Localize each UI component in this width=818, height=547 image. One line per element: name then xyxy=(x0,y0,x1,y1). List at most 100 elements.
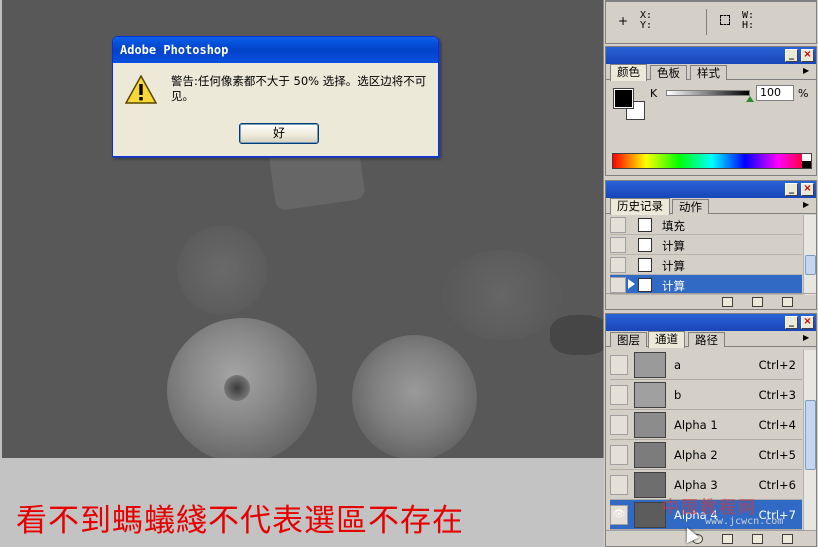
history-state-icon xyxy=(638,258,652,272)
history-item[interactable]: 计算 xyxy=(610,255,802,275)
channel-label: K xyxy=(650,87,658,100)
visibility-toggle[interactable] xyxy=(610,415,628,435)
info-panel: + X: Y: W: H: xyxy=(605,0,817,44)
tab-paths[interactable]: 路径 xyxy=(688,332,725,347)
new-channel-icon[interactable] xyxy=(752,534,763,544)
tab-color[interactable]: 颜色 xyxy=(610,64,647,81)
tab-channels[interactable]: 通道 xyxy=(648,331,685,348)
history-state-icon xyxy=(638,278,652,292)
channel-thumbnail xyxy=(634,382,666,408)
snapshot-icon[interactable] xyxy=(752,297,763,307)
canvas-shape xyxy=(177,225,267,315)
channel-shortcut: Ctrl+2 xyxy=(758,358,796,372)
channels-scroll-thumb[interactable] xyxy=(805,400,816,470)
watermark-logo: 中国教程网 xyxy=(662,498,757,518)
channels-scrollbar[interactable] xyxy=(803,350,816,530)
color-ramp[interactable] xyxy=(612,153,812,169)
history-snapshot-checkbox[interactable] xyxy=(610,217,626,233)
color-ramp-white[interactable] xyxy=(802,154,811,168)
close-button[interactable]: × xyxy=(801,316,814,329)
history-scroll-thumb[interactable] xyxy=(805,255,816,275)
panel-menu-arrow-icon[interactable]: ▶ xyxy=(803,66,813,78)
history-item-label: 填充 xyxy=(662,219,685,233)
history-panel: _ × 历史记录 动作 ▶ 填充 计算 计算 计算 xyxy=(605,180,817,310)
percent-unit: % xyxy=(798,87,809,100)
history-scrollbar[interactable] xyxy=(803,215,816,295)
visibility-toggle[interactable] xyxy=(610,385,628,405)
channel-row[interactable]: a Ctrl+2 xyxy=(610,350,802,380)
tutorial-caption: 看不到螞蟻綫不代表選區不存在 xyxy=(16,503,464,539)
channel-name: a xyxy=(674,358,682,372)
ok-button[interactable]: 好 xyxy=(239,123,319,144)
tab-history[interactable]: 历史记录 xyxy=(610,198,670,215)
trash-icon[interactable] xyxy=(782,297,793,307)
channel-shortcut: Ctrl+5 xyxy=(758,448,796,462)
channel-thumbnail xyxy=(634,442,666,468)
apple-image xyxy=(352,335,477,458)
history-footer xyxy=(606,293,816,309)
visibility-toggle[interactable] xyxy=(610,475,628,495)
save-selection-icon[interactable] xyxy=(722,534,733,544)
info-wh-label: W: H: xyxy=(742,10,755,31)
canvas-shape xyxy=(442,250,562,340)
channels-panel-titlebar[interactable]: _ × xyxy=(606,314,816,331)
history-item[interactable]: 填充 xyxy=(610,215,802,235)
k-slider-track[interactable] xyxy=(666,90,750,96)
history-snapshot-checkbox[interactable] xyxy=(610,257,626,273)
channel-name: Alpha 2 xyxy=(674,448,718,462)
color-panel: _ × 颜色 色板 样式 ▶ K 100 % xyxy=(605,46,817,176)
channel-name: b xyxy=(674,388,682,402)
channel-row[interactable]: Alpha 2 Ctrl+5 xyxy=(610,440,802,470)
history-tabs: 历史记录 动作 ▶ xyxy=(606,198,816,215)
minimize-button[interactable]: _ xyxy=(785,183,798,196)
warning-dialog: Adobe Photoshop 警告:任何像素都不大于 50% 选择。选区边将不… xyxy=(112,36,439,157)
history-snapshot-checkbox[interactable] xyxy=(610,237,626,253)
minimize-button[interactable]: _ xyxy=(785,49,798,62)
channel-thumbnail xyxy=(634,352,666,378)
close-button[interactable]: × xyxy=(801,49,814,62)
history-item-label: 计算 xyxy=(662,239,685,253)
history-snapshot-checkbox[interactable] xyxy=(610,277,626,293)
color-tabs: 颜色 色板 样式 ▶ xyxy=(606,64,816,81)
visibility-toggle[interactable] xyxy=(610,445,628,465)
channel-shortcut: Ctrl+3 xyxy=(758,388,796,402)
channels-tabs: 图层 通道 路径 ▶ xyxy=(606,331,816,348)
history-state-icon xyxy=(638,218,652,232)
tab-actions[interactable]: 动作 xyxy=(672,199,709,214)
channel-name: Alpha 3 xyxy=(674,478,718,492)
tab-layers[interactable]: 图层 xyxy=(610,332,647,347)
channel-thumbnail xyxy=(634,412,666,438)
crosshair-icon: + xyxy=(618,14,629,28)
history-panel-titlebar[interactable]: _ × xyxy=(606,181,816,198)
history-item-selected[interactable]: 计算 xyxy=(610,275,802,295)
tab-styles[interactable]: 样式 xyxy=(690,65,727,80)
k-slider-thumb[interactable] xyxy=(746,96,754,102)
channel-shortcut: Ctrl+6 xyxy=(758,478,796,492)
panel-menu-arrow-icon[interactable]: ▶ xyxy=(803,200,813,212)
panel-menu-arrow-icon[interactable]: ▶ xyxy=(803,333,813,345)
new-document-icon[interactable] xyxy=(722,297,733,307)
channels-footer xyxy=(606,530,816,546)
history-state-icon xyxy=(638,238,652,252)
history-item[interactable]: 计算 xyxy=(610,235,802,255)
warning-icon xyxy=(125,75,157,104)
minimize-button[interactable]: _ xyxy=(785,316,798,329)
close-button[interactable]: × xyxy=(801,183,814,196)
channel-row[interactable]: Alpha 1 Ctrl+4 xyxy=(610,410,802,440)
channel-row[interactable]: b Ctrl+3 xyxy=(610,380,802,410)
visibility-toggle[interactable] xyxy=(610,355,628,375)
dialog-message: 警告:任何像素都不大于 50% 选择。选区边将不可见。 xyxy=(171,74,427,103)
canvas-shape xyxy=(550,315,603,355)
trash-icon[interactable] xyxy=(782,534,793,544)
history-item-label: 计算 xyxy=(662,259,685,273)
k-value-input[interactable]: 100 xyxy=(756,85,794,101)
selection-size-icon xyxy=(720,15,730,25)
color-panel-titlebar[interactable]: _ × xyxy=(606,47,816,64)
apple-core xyxy=(224,375,250,401)
foreground-color-swatch[interactable] xyxy=(613,88,634,109)
dialog-title[interactable]: Adobe Photoshop xyxy=(113,37,438,63)
tab-swatches[interactable]: 色板 xyxy=(650,65,687,80)
eye-icon[interactable]: 👁 xyxy=(610,505,628,525)
channel-name: Alpha 1 xyxy=(674,418,718,432)
history-brush-icon xyxy=(628,279,635,289)
